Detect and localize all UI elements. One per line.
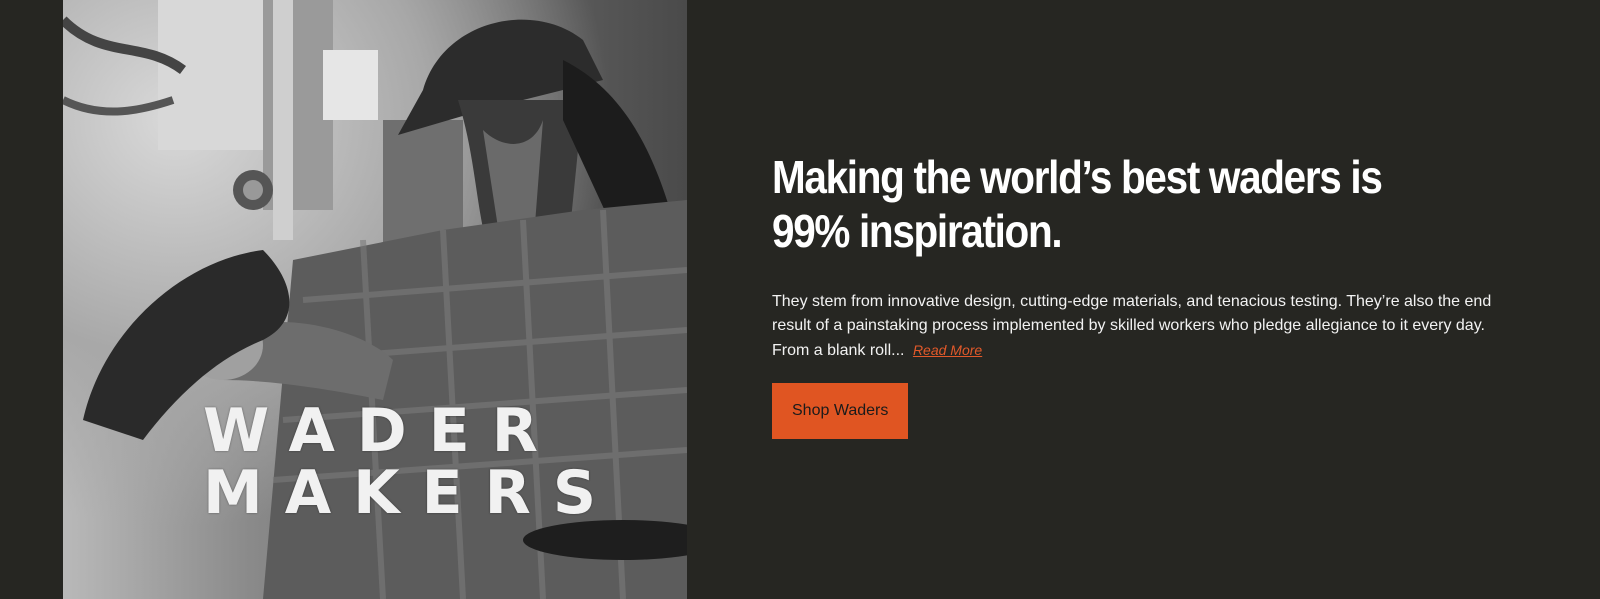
feature-content: Making the world’s best waders is 99% in… bbox=[772, 150, 1532, 439]
body-paragraph: They stem from innovative design, cuttin… bbox=[772, 293, 1492, 359]
wader-makers-overlay: WADER MAKERS bbox=[203, 396, 619, 528]
body-text: They stem from innovative design, cuttin… bbox=[772, 290, 1502, 363]
overlay-line-makers: MAKERS bbox=[203, 458, 619, 528]
hero-image: WADER MAKERS bbox=[63, 0, 687, 599]
headline: Making the world’s best waders is 99% in… bbox=[772, 151, 1383, 257]
overlay-line-wader: WADER bbox=[203, 396, 560, 466]
shop-waders-button[interactable]: Shop Waders bbox=[772, 383, 909, 439]
read-more-link[interactable]: Read More bbox=[913, 342, 982, 358]
